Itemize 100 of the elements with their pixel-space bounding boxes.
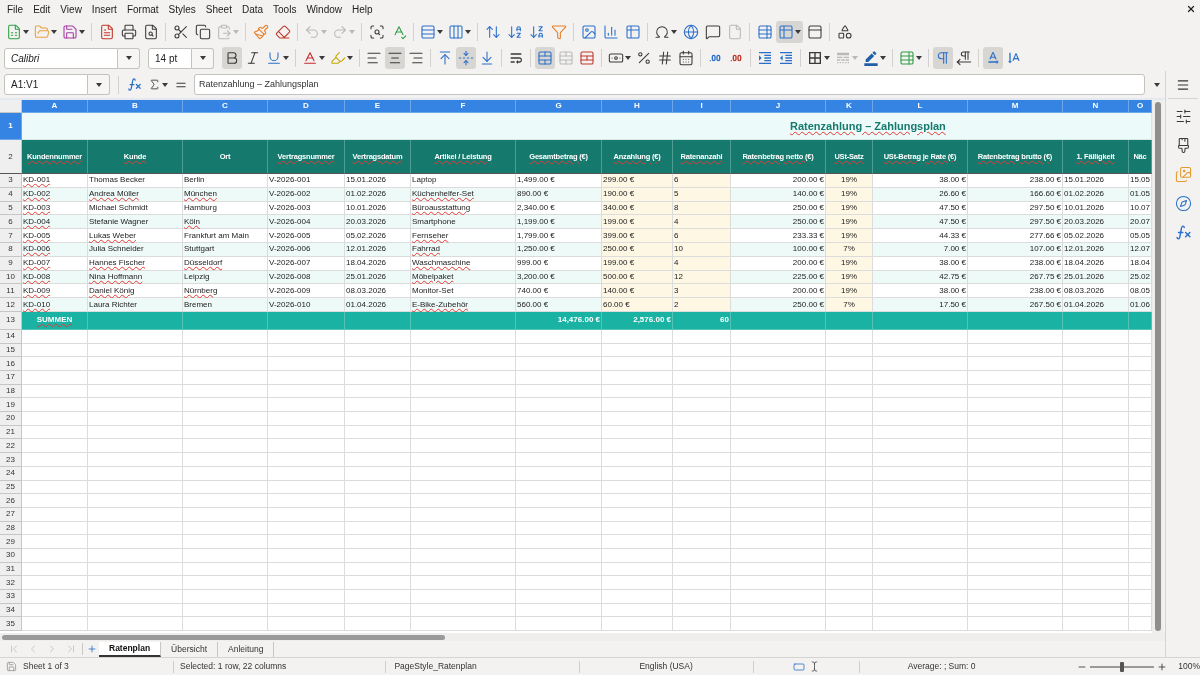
column-header[interactable]: J <box>731 100 826 113</box>
table-cell: 05.02.2026 <box>1063 229 1129 243</box>
column-header[interactable]: M <box>968 100 1063 113</box>
table-cell: Bremen <box>183 298 268 312</box>
horizontal-scrollbar[interactable] <box>0 633 1165 641</box>
bar-chart-icon <box>602 23 619 40</box>
column-header[interactable]: D <box>268 100 345 113</box>
scrollbar-thumb[interactable] <box>2 634 445 640</box>
caret-icon <box>916 56 922 60</box>
row-header[interactable]: 7 <box>0 229 22 243</box>
folder-icon <box>34 23 50 40</box>
row-header[interactable]: 19 <box>0 398 22 413</box>
row-header[interactable]: 35 <box>0 617 22 632</box>
menu-item[interactable]: Data <box>236 1 269 17</box>
column-header[interactable]: B <box>88 100 183 113</box>
gallery-button[interactable] <box>1174 166 1192 183</box>
expand-formula-button[interactable] <box>1151 82 1163 87</box>
line-style-icon <box>835 50 851 66</box>
menu-item[interactable]: View <box>55 1 87 17</box>
menu-item[interactable]: Edit <box>28 1 56 17</box>
font-size-dropdown[interactable] <box>192 47 214 69</box>
functions-button[interactable] <box>1174 224 1192 241</box>
left-to-right-button[interactable] <box>933 47 953 69</box>
menu-item[interactable]: Insert <box>86 1 122 17</box>
table-cell: Frankfurt am Main <box>183 229 268 243</box>
row-header[interactable]: 3 <box>0 174 22 188</box>
column-header[interactable]: H <box>602 100 673 113</box>
table-icon <box>778 23 794 40</box>
column-header[interactable]: G <box>516 100 602 113</box>
navigator-button[interactable] <box>1174 195 1192 212</box>
table-cell: V-2026-010 <box>268 298 345 312</box>
font-name-dropdown[interactable] <box>118 47 140 69</box>
row-header[interactable]: 20 <box>0 412 22 426</box>
row-header[interactable]: 29 <box>0 535 22 549</box>
menu-item[interactable]: Window <box>301 1 347 17</box>
sidebar-menu-button[interactable] <box>1176 77 1190 93</box>
freeze-button[interactable] <box>776 20 803 43</box>
column-header[interactable]: N <box>1063 100 1129 113</box>
name-box-field[interactable]: A1:V1 <box>4 74 88 95</box>
table-cell: Fernseher <box>411 229 516 243</box>
caret-icon <box>852 56 858 60</box>
row-header[interactable]: 2 <box>0 140 22 174</box>
zoom-slider-thumb[interactable] <box>1120 661 1125 672</box>
column-header[interactable]: F <box>411 100 516 113</box>
sheet-tab[interactable]: Ratenplan <box>99 641 162 657</box>
row-header[interactable]: 11 <box>0 284 22 299</box>
undo-icon <box>304 23 320 40</box>
menu-item[interactable]: Help <box>347 1 378 17</box>
table-cell: 399.00 € <box>602 229 673 243</box>
menu-item[interactable]: Format <box>121 1 164 17</box>
table-cell: 740.00 € <box>516 284 602 299</box>
outdent-icon <box>778 50 794 66</box>
row-header[interactable]: 6 <box>0 215 22 230</box>
font-size-field[interactable]: 14 pt <box>148 47 192 69</box>
row-header[interactable]: 1 <box>0 113 22 140</box>
column-header[interactable]: A <box>22 100 88 113</box>
close-button[interactable] <box>1186 4 1196 14</box>
sheet-tab[interactable]: Anleitung <box>218 641 275 657</box>
caret-icon <box>199 56 206 60</box>
caret-icon <box>671 29 677 34</box>
column-header[interactable]: I <box>673 100 731 113</box>
shapes-icon <box>836 23 853 40</box>
row-header[interactable]: 16 <box>0 357 22 372</box>
name-box-dropdown[interactable] <box>88 74 110 95</box>
row-header[interactable]: 33 <box>0 590 22 604</box>
table-cell: 15.05 <box>1129 174 1152 188</box>
table-cell: Monitor-Set <box>411 284 516 299</box>
function-wizard-button[interactable] <box>127 77 142 92</box>
column-header[interactable]: E <box>345 100 411 113</box>
column-header[interactable]: O <box>1129 100 1152 113</box>
column-header[interactable]: L <box>873 100 968 113</box>
merge-center-button[interactable] <box>535 47 555 69</box>
table-cell: 47.50 € <box>873 215 968 230</box>
hash-icon <box>657 50 673 66</box>
table-cell: V-2026-001 <box>268 174 345 188</box>
menu-item[interactable]: File <box>2 1 29 17</box>
zoom-in-button[interactable] <box>1157 661 1168 672</box>
sort-descending-icon <box>528 23 545 40</box>
row-header[interactable]: 32 <box>0 576 22 591</box>
menu-item[interactable]: Styles <box>163 1 201 17</box>
properties-button[interactable] <box>1174 108 1192 125</box>
formula-input[interactable]: Ratenzahlung – Zahlungsplan <box>194 74 1145 95</box>
row-header[interactable]: 22 <box>0 439 22 454</box>
font-name-field[interactable]: Calibri <box>4 47 118 69</box>
column-header[interactable]: K <box>826 100 873 113</box>
row-header[interactable]: 12 <box>0 298 22 312</box>
row-header[interactable]: 26 <box>0 494 22 508</box>
horizontal-text-button[interactable] <box>983 47 1003 69</box>
table-cell: 1,799.00 € <box>516 229 602 243</box>
sum-button[interactable] <box>148 78 168 91</box>
selection-info: Selected: 1 row, 22 columns <box>180 661 287 672</box>
align-center-button[interactable] <box>385 47 405 69</box>
row-header[interactable]: 17 <box>0 371 22 385</box>
row-header[interactable]: 23 <box>0 453 22 467</box>
sheet-tab[interactable]: Übersicht <box>161 641 218 657</box>
menu-item[interactable]: Sheet <box>200 1 237 17</box>
bold-button[interactable] <box>222 47 242 69</box>
menu-item[interactable]: Tools <box>268 1 302 17</box>
column-header[interactable]: C <box>183 100 268 113</box>
center-vertically-button[interactable] <box>456 47 476 69</box>
